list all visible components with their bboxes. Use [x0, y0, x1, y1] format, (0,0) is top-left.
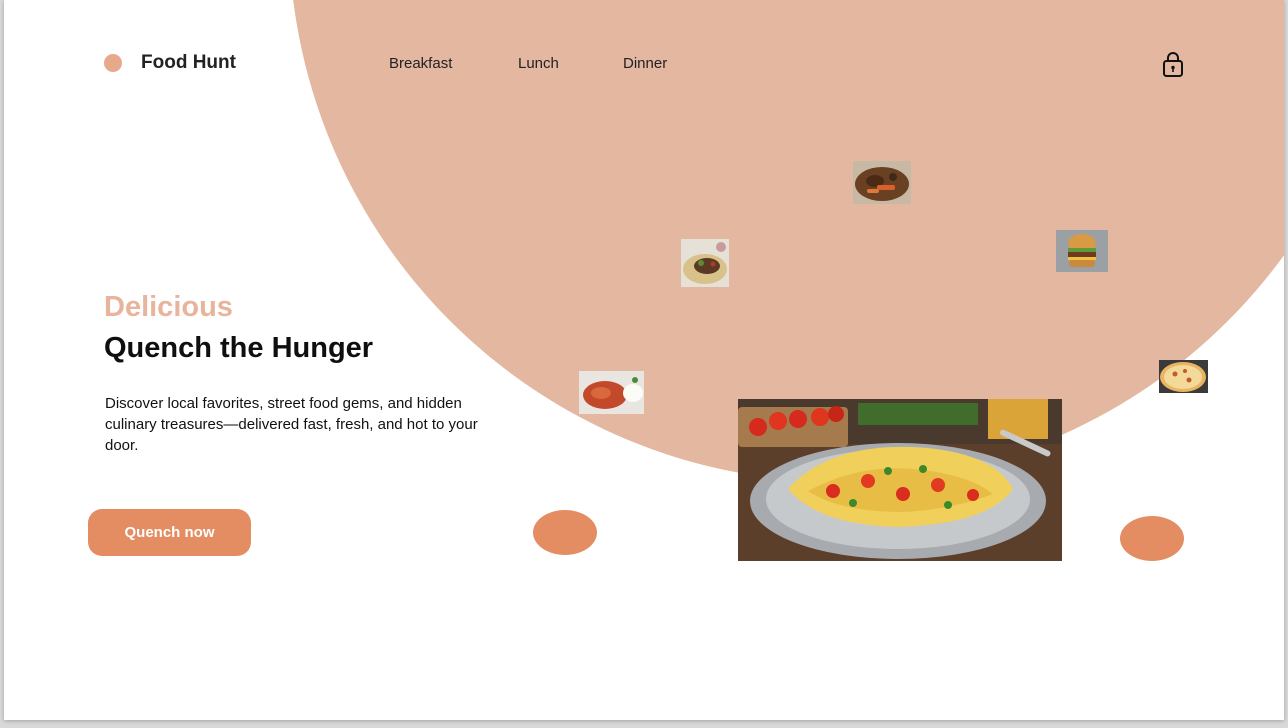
lock-bag-icon[interactable]: [1161, 50, 1185, 78]
food-image-burger: [1056, 230, 1108, 272]
logo-dot: [104, 54, 122, 72]
hero-headline: Quench the Hunger: [104, 332, 374, 364]
food-image-curry: [579, 371, 644, 414]
hero-description: Discover local favorites, street food ge…: [105, 395, 478, 454]
food-image-omelette: [738, 399, 1062, 561]
food-image-wrap: [681, 239, 729, 287]
landing-page: Food Hunt Breakfast Lunch Dinner Delicio…: [4, 0, 1284, 720]
hero-eyebrow: Delicious: [104, 291, 233, 323]
nav-item-dinner[interactable]: Dinner: [623, 55, 667, 72]
brand-name[interactable]: Food Hunt: [141, 52, 236, 74]
food-image-stirfry: [853, 161, 911, 204]
food-image-pizza: [1159, 360, 1208, 393]
decorative-blob: [1120, 516, 1184, 561]
decorative-blob: [533, 510, 597, 555]
nav-item-lunch[interactable]: Lunch: [518, 55, 559, 72]
quench-now-button[interactable]: Quench now: [88, 509, 251, 556]
nav-item-breakfast[interactable]: Breakfast: [389, 55, 452, 72]
